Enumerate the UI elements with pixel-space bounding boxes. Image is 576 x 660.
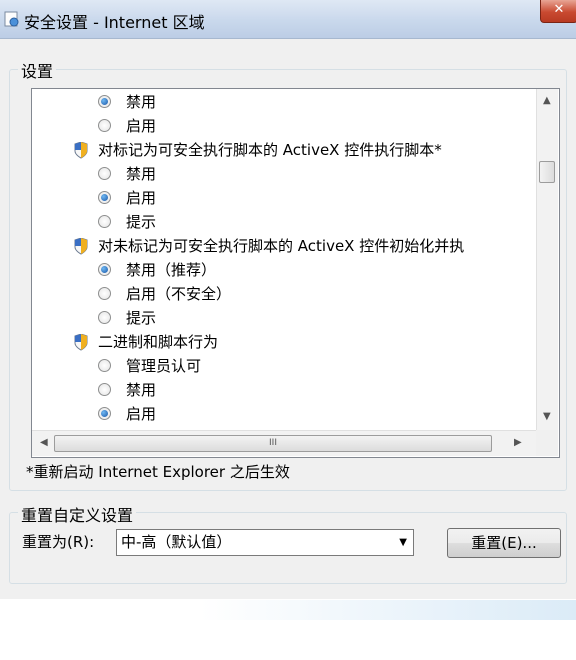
- radio-unselected-icon[interactable]: [98, 311, 111, 324]
- radio-selected-icon[interactable]: [98, 407, 111, 420]
- horizontal-scrollbar[interactable]: ◀ III ▶: [32, 430, 536, 456]
- restart-note: *重新启动 Internet Explorer 之后生效: [26, 463, 290, 481]
- scroll-up-arrow-icon[interactable]: ▲: [543, 95, 551, 106]
- radio-selected-icon[interactable]: [98, 95, 111, 108]
- radio-option-label: 禁用: [126, 93, 157, 111]
- radio-option-label: 启用: [126, 189, 157, 207]
- scroll-grip: III: [269, 438, 277, 448]
- radio-unselected-icon[interactable]: [98, 359, 111, 372]
- setting-category-label: 对标记为可安全执行脚本的 ActiveX 控件执行脚本*: [98, 141, 442, 159]
- security-level-value: 中-高（默认值）: [121, 533, 232, 551]
- scroll-down-arrow-icon[interactable]: ▼: [543, 411, 551, 422]
- settings-list[interactable]: 禁用 启用 对标记为可安全执行脚本的 ActiveX 控件执行脚本* 禁用 启用 提示 对未…: [31, 88, 560, 458]
- shield-icon: [74, 142, 88, 159]
- radio-option-label: 启用（不安全）: [126, 285, 232, 303]
- radio-option-label: 管理员认可: [126, 357, 202, 375]
- close-button[interactable]: ✕: [540, 0, 576, 23]
- radio-selected-icon[interactable]: [98, 263, 111, 276]
- settings-group-label: 设置: [18, 58, 57, 82]
- security-level-select[interactable]: 中-高（默认值） ▼: [116, 529, 414, 556]
- setting-category-label: 二进制和脚本行为: [98, 333, 219, 351]
- radio-option-label: 启用: [126, 117, 157, 135]
- radio-unselected-icon[interactable]: [98, 167, 111, 180]
- radio-option-label: 提示: [126, 309, 157, 327]
- radio-option-label: 禁用: [126, 165, 157, 183]
- internet-options-icon: [4, 11, 19, 27]
- radio-unselected-icon[interactable]: [98, 287, 111, 300]
- vertical-scroll-thumb[interactable]: [539, 161, 555, 183]
- scroll-right-arrow-icon[interactable]: ▶: [514, 437, 522, 448]
- radio-unselected-icon[interactable]: [98, 215, 111, 228]
- vertical-scrollbar[interactable]: ▲ ▼: [536, 89, 558, 430]
- radio-option-label: 提示: [126, 213, 157, 231]
- shield-icon: [74, 238, 88, 255]
- reset-to-label: 重置为(R):: [22, 533, 95, 551]
- radio-selected-icon[interactable]: [98, 191, 111, 204]
- reset-group-label: 重置自定义设置: [18, 502, 137, 526]
- window-title: 安全设置 - Internet 区域: [24, 13, 205, 32]
- footer-highlight: [200, 600, 576, 620]
- reset-button[interactable]: 重置(E)...: [447, 528, 561, 558]
- title-bar: 安全设置 - Internet 区域 ✕: [0, 0, 576, 39]
- scrollbar-corner: [536, 430, 558, 456]
- radio-option-label: 启用: [126, 405, 157, 423]
- dropdown-arrow-icon[interactable]: ▼: [399, 530, 407, 555]
- radio-unselected-icon[interactable]: [98, 119, 111, 132]
- radio-option-label: 禁用（推荐）: [126, 261, 217, 279]
- radio-unselected-icon[interactable]: [98, 383, 111, 396]
- scroll-left-arrow-icon[interactable]: ◀: [40, 437, 48, 448]
- setting-category-label: 对未标记为可安全执行脚本的 ActiveX 控件初始化并执: [98, 237, 465, 255]
- horizontal-scroll-thumb[interactable]: III: [54, 435, 492, 452]
- shield-icon: [74, 334, 88, 351]
- radio-option-label: 禁用: [126, 381, 157, 399]
